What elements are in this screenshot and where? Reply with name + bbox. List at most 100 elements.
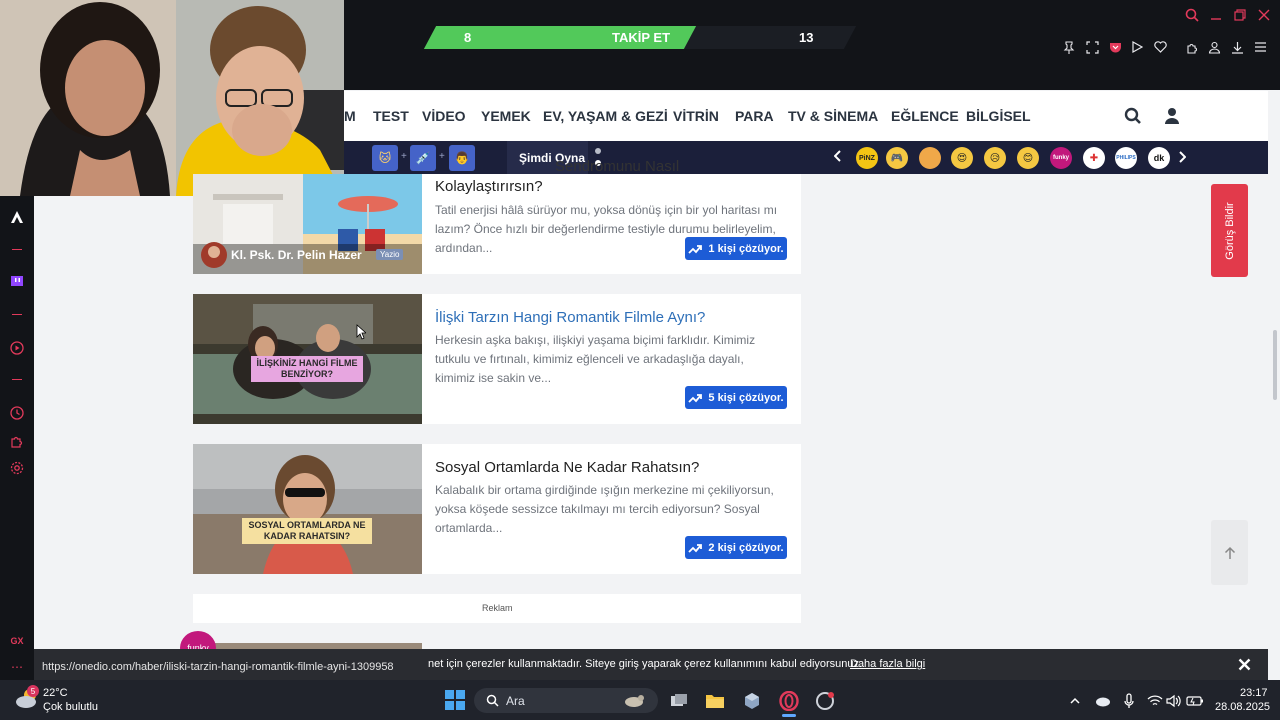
windows-start-icon[interactable] [445, 690, 465, 710]
extensions-icon[interactable] [1183, 38, 1201, 56]
puzzle-slot-2[interactable]: 💉 [410, 145, 436, 171]
emoji-plus[interactable]: ✚ [1083, 147, 1105, 169]
quiz-description: Kalabalık bir ortama girdiğinde ışığın m… [435, 483, 774, 535]
nav-item-ev-yasam-gezi[interactable]: EV, YAŞAM & GEZİ [543, 108, 668, 124]
minimize-icon[interactable] [1207, 6, 1225, 24]
solvers-count: 1 kişi çözüyor. [708, 242, 784, 255]
ad-slot: Reklam [193, 594, 801, 623]
app-cube-icon[interactable] [741, 690, 763, 712]
plus-sign: + [439, 151, 445, 162]
site-nav: M TEST VİDEO YEMEK EV, YAŞAM & GEZİ VİTR… [344, 91, 1268, 141]
volume-icon[interactable] [1163, 690, 1185, 712]
emoji-dk[interactable]: dk [1148, 147, 1170, 169]
quiz-card[interactable]: İLİŞKİNİZ HANGİ FİLME BENZİYOR? İlişki T… [193, 294, 801, 424]
trending-icon [688, 543, 703, 553]
emoji-smile[interactable]: 😊 [1017, 147, 1039, 169]
solvers-button[interactable]: 1 kişi çözüyor. [685, 237, 787, 260]
heart-icon[interactable] [1151, 38, 1169, 56]
nav-item-tv-sinema[interactable]: TV & SİNEMA [788, 108, 878, 124]
pager-dot[interactable] [595, 148, 601, 154]
quiz-card[interactable]: SOSYAL ORTAMLARDA NE KADAR RAHATSIN? Sos… [193, 444, 801, 574]
webcam-overlay [0, 0, 344, 196]
quiz-card[interactable]: Kl. Psk. Dr. Pelin Hazer Yazio Kolaylaşt… [193, 174, 801, 274]
sidebar-separator [12, 379, 22, 380]
player-icon[interactable] [8, 339, 26, 357]
menu-icon[interactable] [1251, 38, 1269, 56]
twitch-icon[interactable] [8, 273, 26, 291]
settings-icon[interactable] [8, 459, 26, 477]
user-icon[interactable] [1164, 107, 1180, 125]
solvers-button[interactable]: 5 kişi çözüyor. [685, 386, 787, 409]
nav-item-video[interactable]: VİDEO [422, 108, 466, 124]
file-explorer-icon[interactable] [704, 690, 726, 712]
emoji-philips[interactable]: PHILIPS [1115, 147, 1137, 169]
nav-item-test[interactable]: TEST [373, 108, 409, 124]
thumb-caption: İLİŞKİNİZ HANGİ FİLME BENZİYOR? [251, 356, 363, 382]
solvers-button[interactable]: 2 kişi çözüyor. [685, 536, 787, 559]
pin-icon[interactable] [1060, 38, 1078, 56]
profile-icon[interactable] [1205, 38, 1223, 56]
quiz-card-thumbnail[interactable]: Kl. Psk. Dr. Pelin Hazer Yazio [193, 174, 422, 274]
emoji-cookie[interactable] [919, 147, 941, 169]
emoji-sad[interactable]: 😥 [984, 147, 1006, 169]
opera-gx-icon[interactable] [778, 690, 800, 712]
site-search-icon[interactable] [1124, 107, 1142, 125]
quiz-title-partial-line[interactable]: Sendromunu Nasıl [555, 158, 679, 175]
emoji-love[interactable]: 😍 [951, 147, 973, 169]
extensions-sidebar-icon[interactable] [8, 432, 26, 450]
restore-icon[interactable] [1231, 6, 1249, 24]
sidebar-separator [12, 314, 22, 315]
download-icon[interactable] [1228, 38, 1246, 56]
app-overlay-icon[interactable] [814, 690, 836, 712]
onedrive-icon[interactable] [1091, 690, 1113, 712]
quiz-card-thumbnail[interactable]: İLİŞKİNİZ HANGİ FİLME BENZİYOR? [193, 294, 422, 424]
microphone-icon[interactable] [1118, 690, 1140, 712]
search-icon[interactable] [1183, 6, 1201, 24]
quiz-card-thumbnail[interactable]: SOSYAL ORTAMLARDA NE KADAR RAHATSIN? [193, 444, 422, 574]
chevron-right-icon[interactable] [1178, 150, 1187, 168]
nav-item-para[interactable]: PARA [735, 108, 774, 124]
puzzle-slot-1[interactable]: 🐱 [372, 145, 398, 171]
nav-item-eglence[interactable]: EĞLENCE [891, 108, 959, 124]
cookie-more-link[interactable]: Daha fazla bilgi [850, 658, 925, 670]
history-icon[interactable] [8, 404, 26, 422]
left-count: 8 [464, 30, 472, 45]
solvers-count: 5 kişi çözüyor. [708, 391, 784, 404]
close-window-icon[interactable] [1255, 6, 1273, 24]
emoji-game[interactable]: 🎮 [886, 147, 908, 169]
task-view-icon[interactable] [668, 690, 690, 712]
weather-desc[interactable]: Çok bulutlu [43, 701, 98, 713]
follow-label[interactable]: TAKİP ET [612, 30, 670, 45]
feedback-label: Görüş Bildir [1223, 201, 1236, 260]
battery-icon[interactable] [1184, 690, 1206, 712]
play-icon[interactable] [1128, 38, 1146, 56]
quiz-title[interactable]: İlişki Tarzın Hangi Romantik Filmle Aynı… [435, 308, 705, 327]
taskbar-search-placeholder: Ara [506, 694, 525, 708]
scroll-to-top-button[interactable] [1211, 520, 1248, 585]
nav-item-cut[interactable]: M [344, 108, 356, 124]
scrollbar-thumb[interactable] [1273, 330, 1277, 400]
more-icon[interactable]: ⋯ [8, 658, 26, 676]
puzzle-slot-3[interactable]: 👨 [449, 145, 475, 171]
aria-icon[interactable] [8, 208, 26, 226]
clock-time[interactable]: 23:17 [1240, 687, 1268, 699]
weather-temp[interactable]: 22°C [43, 687, 68, 699]
emoji-pinz[interactable]: PiNZ [856, 147, 878, 169]
close-icon[interactable] [1238, 658, 1251, 671]
taskbar-search-box[interactable]: Ara [474, 688, 658, 713]
page-scrollbar[interactable] [1270, 90, 1280, 680]
cookie-text: net için çerezler kullanmaktadır. Siteye… [428, 658, 863, 670]
right-count: 13 [799, 30, 814, 45]
chevron-left-icon[interactable] [833, 150, 842, 165]
nav-item-bilgisel[interactable]: BİLGİSEL [966, 108, 1031, 124]
feedback-button[interactable]: Görüş Bildir [1211, 184, 1248, 277]
snapshot-icon[interactable] [1083, 38, 1101, 56]
tray-chevron-up-icon[interactable] [1064, 690, 1086, 712]
quiz-title[interactable]: Sosyal Ortamlarda Ne Kadar Rahatsın? [435, 458, 699, 477]
quiz-title[interactable]: Kolaylaştırırsın? [435, 177, 543, 196]
nav-item-yemek[interactable]: YEMEK [481, 108, 531, 124]
nav-item-vitrin[interactable]: VİTRİN [673, 108, 719, 124]
clock-date[interactable]: 28.08.2025 [1215, 701, 1270, 713]
emoji-funky[interactable]: funky [1050, 147, 1072, 169]
pocket-icon[interactable] [1106, 38, 1124, 56]
